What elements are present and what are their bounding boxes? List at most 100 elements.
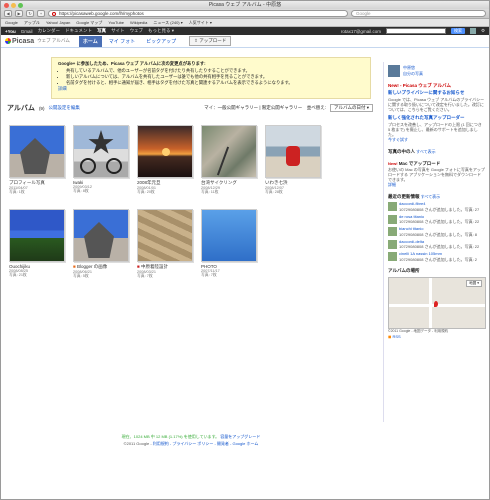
bookmark-item[interactable]: Wikipedia [130, 20, 147, 25]
activity-thumbnail[interactable] [388, 239, 397, 249]
bookmarks-bar: Google アップル Yahoo! Japan Google マップ YouT… [1, 19, 489, 27]
map-pin-icon[interactable] [434, 300, 438, 307]
album-item[interactable]: プロフィール写真 2011/04/07 写真: 1枚 [9, 125, 67, 195]
people-see-all-link[interactable]: すべて表示 [416, 149, 436, 154]
gbar-link-gmail[interactable]: Gmail [21, 29, 33, 34]
activity-item[interactable]: cinelli 1A nassin 105mm 10729080808 さんが追加… [388, 251, 485, 262]
gbar-link-sites[interactable]: サイト [111, 28, 125, 34]
rss-icon: ◼ [388, 333, 392, 339]
activity-thumbnail[interactable] [388, 202, 397, 211]
avatar[interactable] [469, 28, 476, 34]
albums-header: アルバム (9) 公開設定を編集 マイ：一般公開ギャラリー | 限定公開ギャラリ… [7, 103, 373, 113]
album-count: 写真: 11枚 [201, 190, 219, 194]
footer-links[interactable]: 利用規約 - プライバシー ポリシー - 開発者 - Google ホーム [153, 441, 259, 446]
activity-text: 10729080808 さんが追加しました。写真: 2 [399, 256, 478, 262]
album-thumbnail[interactable] [201, 209, 257, 262]
album-thumbnail[interactable] [9, 125, 65, 178]
album-count: 写真: 20枚 [137, 190, 155, 194]
activity-item[interactable]: daccordi-delta 10729080808 さんが追加しました。写真: … [388, 239, 485, 249]
address-bar[interactable]: https://picasaweb.google.com/lh/myphotos [48, 10, 348, 17]
gbar-search-button[interactable]: 検索 [450, 28, 465, 34]
gbar-user[interactable]: rotax17@gmail.com [341, 29, 381, 34]
zoom-window-button[interactable] [18, 2, 23, 8]
gbar-link-more[interactable]: もっと見る ▾ [148, 28, 174, 34]
forward-button[interactable]: ▶ [15, 10, 23, 17]
album-item[interactable]: ■ 中原着陸設計 2008/03/21 写真: 7枚 [137, 209, 195, 279]
my-photos-link[interactable]: 自分の写真 [403, 71, 423, 77]
activity-thumbnail[interactable] [388, 252, 397, 261]
album-item[interactable]: Iwaki 2009/03/12 写真: 8枚 [73, 125, 131, 194]
album-thumbnail[interactable] [265, 125, 321, 178]
reload-button[interactable]: ↻ [26, 10, 34, 17]
album-item[interactable]: ■ Blogger の画像 2008/06/21 写真: 5枚 [73, 209, 131, 279]
people-title: 写真の中の人 [388, 149, 415, 154]
album-map[interactable]: 地図 ▾ [388, 276, 486, 329]
album-thumbnail[interactable] [137, 209, 193, 262]
window-titlebar: Picasa ウェブ アルバム - 中原悠 [1, 1, 489, 9]
album-thumbnail[interactable] [9, 209, 65, 262]
album-item[interactable]: いわき七浜 2008/12/07 写真: 28枚 [265, 125, 323, 195]
upgrade-storage-link[interactable]: 容量をアップグレード [220, 434, 260, 439]
album-thumbnail[interactable] [73, 125, 129, 178]
browser-toolbar: ◀ ▶ ↻ + https://picasaweb.google.com/lh/… [1, 9, 489, 19]
page-footer: 現在、1024 MB 中 12 MB (1.17%) を使用しています。 容量を… [121, 434, 261, 446]
rss-label: RSS [392, 333, 401, 339]
tab-pickup[interactable]: ピックアップ [142, 36, 180, 47]
album-thumbnail[interactable] [201, 125, 257, 178]
bookmark-item[interactable]: Google [5, 20, 18, 25]
gbar-link-web[interactable]: ウェブ [130, 28, 144, 34]
upload-button[interactable]: ⇪ アップロード [189, 36, 232, 46]
close-window-button[interactable] [4, 2, 9, 8]
uploader-link[interactable]: 新しく強化された写真アップローダー [388, 115, 485, 121]
album-thumbnail[interactable] [137, 125, 193, 178]
avatar[interactable] [388, 65, 400, 77]
bookmark-item[interactable]: Yahoo! Japan [46, 20, 70, 25]
album-title-text: Blogger の画像 [76, 264, 108, 269]
mac-details-link[interactable]: 詳細 [388, 182, 485, 188]
gbar-search-input[interactable] [385, 28, 446, 34]
gear-icon[interactable]: ⚙ [481, 28, 485, 34]
gbar-link-docs[interactable]: ドキュメント [65, 28, 92, 34]
add-bookmark-button[interactable]: + [37, 10, 45, 17]
activity-item[interactable]: daccordi-fibre4 10729080808 さんが追加しました。写真:… [388, 201, 485, 212]
activity-item[interactable]: de rosa titanio 10729080808 さんが追加しました。写真:… [388, 214, 485, 224]
album-item[interactable]: PHOTO 2007/11/17 写真: 7枚 [201, 209, 259, 278]
mac-upload-section: New! Mac でアップロード お使いの Mac の写真を Google フォ… [388, 161, 485, 188]
edit-visibility-link[interactable]: 公開設定を編集 [48, 105, 80, 111]
try-now-link[interactable]: 今すぐ試す [388, 137, 485, 143]
notice-details-link[interactable]: 詳細 [58, 86, 364, 92]
upload-label: アップロード [199, 38, 227, 43]
bookmark-item[interactable]: アップル [24, 20, 40, 26]
album-thumbnail[interactable] [73, 209, 129, 262]
mac-text: お使いの Mac の写真を Google フォトに写真をアップロードする アプリ… [388, 167, 485, 182]
activity-see-all-link[interactable]: すべて表示 [421, 194, 441, 199]
google-plus-notice: Google+ に参加したため、Picasa ウェブ アルバムに次の変更点があり… [51, 57, 371, 99]
activity-thumbnail[interactable] [388, 214, 397, 224]
gbar-link-calendar[interactable]: カレンダー [38, 28, 61, 34]
back-button[interactable]: ◀ [4, 10, 12, 17]
tab-home[interactable]: ホーム [78, 35, 102, 47]
gallery-links[interactable]: マイ：一般公開ギャラリー | 限定公開ギャラリー 並べ替え: [204, 105, 326, 111]
bookmark-item[interactable]: Google マップ [76, 20, 102, 26]
map-type-select[interactable]: 地図 ▾ [466, 279, 482, 287]
gbar-link-photos[interactable]: 写真 [97, 28, 106, 34]
activity-thumbnail[interactable] [388, 227, 397, 236]
browser-search-field[interactable]: Google [351, 10, 486, 17]
bookmark-item[interactable]: YouTube [108, 20, 124, 25]
sort-select[interactable]: アルバムの日付 ▾ [330, 104, 373, 112]
rss-link[interactable]: ◼ RSS [388, 334, 485, 339]
activity-item[interactable]: bianchi titanio 10729080808 さんが追加しました。写真:… [388, 226, 485, 237]
gbar-link-plus[interactable]: +You [5, 29, 16, 34]
google-bar: +You Gmail カレンダー ドキュメント 写真 サイト ウェブ もっと見る… [1, 27, 489, 35]
picasa-logo[interactable]: Picasa [5, 38, 34, 45]
minimize-window-button[interactable] [11, 2, 16, 8]
album-item[interactable]: Ouochijiku 2008/08/25 写真: 21枚 [9, 209, 67, 278]
album-item[interactable]: 台湾サイクリング 2008/12/29 写真: 11枚 [201, 125, 259, 195]
bookmark-item[interactable]: 人気サイト ▾ [189, 20, 212, 26]
tab-my-photos[interactable]: マイ フォト [105, 36, 139, 47]
bookmark-item[interactable]: ニュース (240) ▾ [153, 20, 182, 26]
albums-count: (9) [38, 105, 45, 111]
album-count: 写真: 28枚 [265, 190, 283, 194]
album-item[interactable]: 2008年元旦 2008/01/01 写真: 20枚 [137, 125, 195, 195]
privacy-link[interactable]: 新しいプライバシーに関するお知らせ [388, 90, 485, 96]
